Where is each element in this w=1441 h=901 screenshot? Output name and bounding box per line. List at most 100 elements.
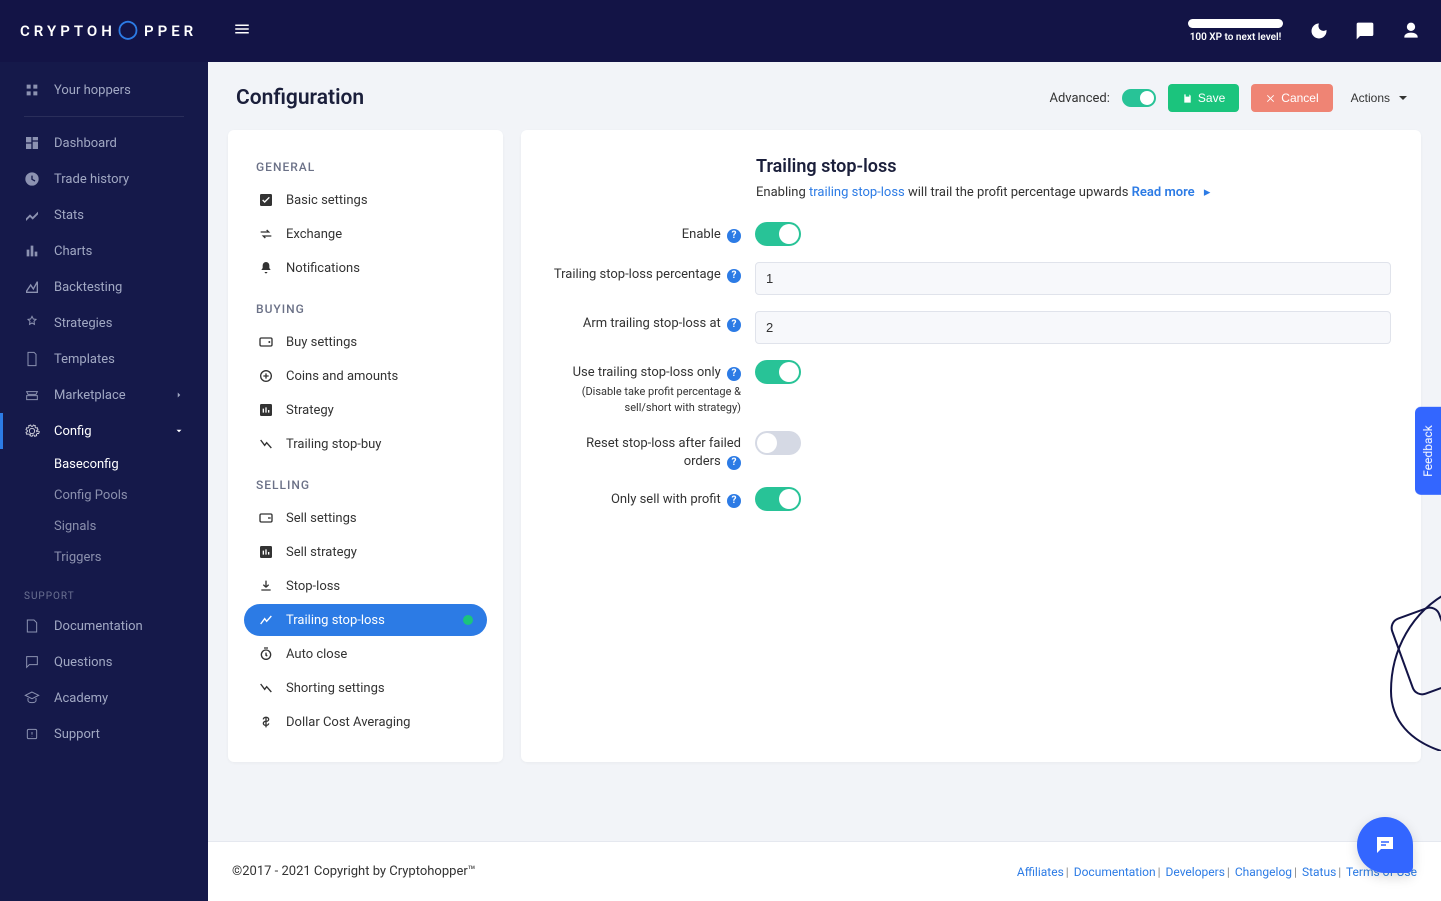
nav-exchange[interactable]: Exchange bbox=[244, 218, 487, 250]
read-more-link[interactable]: Read more bbox=[1132, 185, 1195, 200]
nav-item-label: Sell strategy bbox=[286, 545, 357, 560]
sidebar-backtesting[interactable]: Backtesting bbox=[0, 269, 208, 305]
help-icon[interactable]: ? bbox=[727, 269, 741, 283]
nav-strategy[interactable]: Strategy bbox=[244, 394, 487, 426]
save-button[interactable]: Save bbox=[1168, 84, 1239, 112]
nav-notifications[interactable]: Notifications bbox=[244, 252, 487, 284]
arm-at-input[interactable] bbox=[755, 311, 1391, 344]
chevron-right-icon bbox=[174, 390, 184, 400]
sidebar-charts[interactable]: Charts bbox=[0, 233, 208, 269]
sidebar-documentation[interactable]: Documentation bbox=[0, 608, 208, 644]
sidebar-item-label: Academy bbox=[54, 691, 108, 706]
footer-link-changelog[interactable]: Changelog bbox=[1235, 865, 1292, 879]
cancel-label: Cancel bbox=[1281, 91, 1318, 105]
sidebar-config-pools[interactable]: Config Pools bbox=[0, 480, 208, 511]
trend-down-icon bbox=[258, 436, 274, 452]
use-only-label: Use trailing stop-loss only ? (Disable t… bbox=[551, 360, 741, 415]
save-icon bbox=[1182, 93, 1193, 104]
short-icon bbox=[258, 680, 274, 696]
nav-item-label: Exchange bbox=[286, 227, 342, 242]
sidebar-item-label: Questions bbox=[54, 655, 112, 670]
nav-item-label: Stop-loss bbox=[286, 579, 340, 594]
menu-toggle[interactable] bbox=[233, 20, 251, 42]
messages-icon[interactable] bbox=[1355, 21, 1375, 41]
sidebar-support[interactable]: Support bbox=[0, 716, 208, 752]
exchange-icon bbox=[258, 226, 274, 242]
nav-item-label: Coins and amounts bbox=[286, 369, 398, 384]
user-icon[interactable] bbox=[1401, 21, 1421, 41]
sidebar-item-label: Your hoppers bbox=[54, 83, 131, 98]
panel-description: Enabling trailing stop-loss will trail t… bbox=[551, 185, 1391, 200]
sidebar-your-hoppers[interactable]: Your hoppers bbox=[0, 72, 208, 108]
sidebar-questions[interactable]: Questions bbox=[0, 644, 208, 680]
footer-link-affiliates[interactable]: Affiliates bbox=[1017, 865, 1064, 879]
sidebar-item-label: Marketplace bbox=[54, 388, 126, 403]
dark-mode-icon[interactable] bbox=[1309, 21, 1329, 41]
footer-copyright: ©2017 - 2021 Copyright by Cryptohopper™ bbox=[232, 864, 476, 879]
tsl-percent-input[interactable] bbox=[755, 262, 1391, 295]
nav-trailing-stop-loss[interactable]: Trailing stop-loss bbox=[244, 604, 487, 636]
nav-auto-close[interactable]: Auto close bbox=[244, 638, 487, 670]
save-label: Save bbox=[1198, 91, 1225, 105]
nav-trailing-stop-buy[interactable]: Trailing stop-buy bbox=[244, 428, 487, 460]
footer-link-documentation[interactable]: Documentation bbox=[1074, 865, 1156, 879]
sidebar-academy[interactable]: Academy bbox=[0, 680, 208, 716]
cancel-button[interactable]: Cancel bbox=[1251, 84, 1332, 112]
active-dot bbox=[463, 615, 473, 625]
enable-toggle[interactable] bbox=[755, 222, 801, 246]
nav-shorting-settings[interactable]: Shorting settings bbox=[244, 672, 487, 704]
chat-bubble[interactable] bbox=[1357, 817, 1413, 873]
brand-logo: CRYPTOH◯PPER bbox=[20, 21, 197, 42]
sidebar-strategies[interactable]: Strategies bbox=[0, 305, 208, 341]
bars-icon bbox=[258, 544, 274, 560]
use-only-toggle[interactable] bbox=[755, 360, 801, 384]
help-icon[interactable]: ? bbox=[727, 494, 741, 508]
chat-icon bbox=[1373, 833, 1397, 857]
footer-link-status[interactable]: Status bbox=[1302, 865, 1336, 879]
nav-item-label: Auto close bbox=[286, 647, 347, 662]
xp-block[interactable]: 100 XP to next level! bbox=[1188, 19, 1283, 43]
sidebar-marketplace[interactable]: Marketplace bbox=[0, 377, 208, 413]
sidebar-config-signals[interactable]: Signals bbox=[0, 511, 208, 542]
actions-dropdown[interactable]: Actions bbox=[1345, 84, 1413, 112]
sidebar-item-label: Config bbox=[54, 424, 92, 439]
advanced-toggle[interactable] bbox=[1122, 89, 1156, 107]
nav-basic-settings[interactable]: Basic settings bbox=[244, 184, 487, 216]
sidebar-item-label: Backtesting bbox=[54, 280, 122, 295]
tsl-link[interactable]: trailing stop-loss bbox=[809, 185, 905, 200]
nav-stop-loss[interactable]: Stop-loss bbox=[244, 570, 487, 602]
wallet-out-icon bbox=[258, 510, 274, 526]
help-icon[interactable]: ? bbox=[727, 229, 741, 243]
sidebar-stats[interactable]: Stats bbox=[0, 197, 208, 233]
nav-group-buying: BUYING bbox=[244, 294, 487, 324]
sidebar-dashboard[interactable]: Dashboard bbox=[0, 125, 208, 161]
nav-buy-settings[interactable]: Buy settings bbox=[244, 326, 487, 358]
footer-link-developers[interactable]: Developers bbox=[1166, 865, 1225, 879]
nav-item-label: Dollar Cost Averaging bbox=[286, 715, 410, 730]
nav-coins-amounts[interactable]: Coins and amounts bbox=[244, 360, 487, 392]
sidebar-templates[interactable]: Templates bbox=[0, 341, 208, 377]
wallet-icon bbox=[258, 334, 274, 350]
sidebar-support-title: SUPPORT bbox=[0, 573, 208, 608]
only-profit-toggle[interactable] bbox=[755, 487, 801, 511]
reset-toggle[interactable] bbox=[755, 431, 801, 455]
sidebar-trade-history[interactable]: Trade history bbox=[0, 161, 208, 197]
xp-progress-bar bbox=[1188, 19, 1283, 28]
sidebar-item-label: Dashboard bbox=[54, 136, 117, 151]
nav-sell-settings[interactable]: Sell settings bbox=[244, 502, 487, 534]
bell-icon bbox=[258, 260, 274, 276]
help-icon[interactable]: ? bbox=[727, 318, 741, 332]
sidebar-config-triggers[interactable]: Triggers bbox=[0, 542, 208, 573]
only-profit-label: Only sell with profit ? bbox=[551, 487, 741, 509]
trend-up-icon bbox=[258, 612, 274, 628]
help-icon[interactable]: ? bbox=[727, 367, 741, 381]
sidebar-config[interactable]: Config bbox=[0, 413, 208, 449]
decorative-hand bbox=[1331, 591, 1441, 751]
help-icon[interactable]: ? bbox=[727, 456, 741, 470]
sidebar-config-baseconfig[interactable]: Baseconfig bbox=[0, 449, 208, 480]
nav-dca[interactable]: Dollar Cost Averaging bbox=[244, 706, 487, 738]
footer: ©2017 - 2021 Copyright by Cryptohopper™ … bbox=[208, 841, 1441, 901]
nav-sell-strategy[interactable]: Sell strategy bbox=[244, 536, 487, 568]
feedback-tab[interactable]: Feedback bbox=[1415, 407, 1441, 495]
sidebar-item-label: Support bbox=[54, 727, 100, 742]
